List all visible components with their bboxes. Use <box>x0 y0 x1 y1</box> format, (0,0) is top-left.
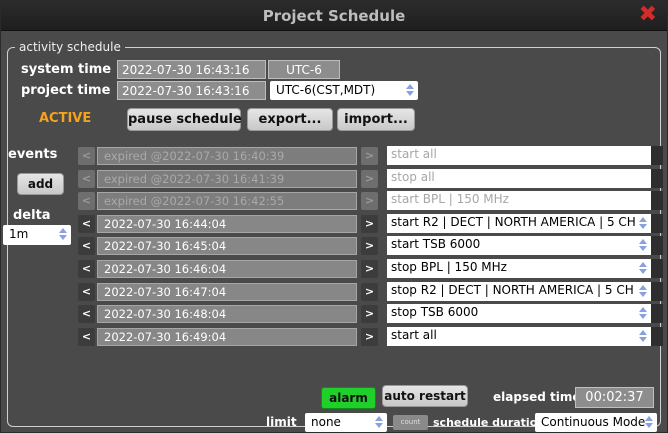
stepper-icon <box>639 238 647 252</box>
prev-time-button[interactable]: < <box>78 328 95 346</box>
next-time-button[interactable]: > <box>361 328 378 346</box>
next-time-button[interactable]: > <box>361 260 378 278</box>
row-end-cap <box>651 282 663 301</box>
title-bar[interactable]: Project Schedule ✖ <box>1 1 667 31</box>
event-action-select[interactable]: start all <box>387 146 651 165</box>
next-time-button[interactable]: > <box>361 215 378 233</box>
project-schedule-window: Project Schedule ✖ activity schedule sys… <box>0 0 668 433</box>
event-time[interactable]: 2022-07-30 16:44:04 <box>97 215 357 233</box>
event-time[interactable]: expired @2022-07-30 16:41:39 <box>97 170 357 188</box>
alarm-button[interactable]: alarm <box>321 387 376 409</box>
prev-time-button[interactable]: < <box>78 260 95 278</box>
stepper-icon <box>639 216 647 230</box>
stepper-icon <box>375 415 383 429</box>
limit-label: limit <box>266 415 297 429</box>
prev-time-button[interactable]: < <box>78 215 95 233</box>
limit-value: none <box>311 415 341 429</box>
event-action-value: start R2 | DECT | NORTH AMERICA | 5 CH <box>391 215 636 229</box>
row-end-cap <box>651 169 663 188</box>
window-title: Project Schedule <box>262 7 406 25</box>
row-end-cap <box>651 304 663 323</box>
event-time[interactable]: 2022-07-30 16:45:04 <box>97 237 357 255</box>
event-action-select[interactable]: stop TSB 6000 <box>387 304 651 323</box>
close-icon[interactable]: ✖ <box>639 4 657 26</box>
schedule-duration-select[interactable]: Continuous Mode <box>535 413 657 432</box>
pause-schedule-button[interactable]: pause schedule <box>127 108 242 131</box>
event-time[interactable]: 2022-07-30 16:47:04 <box>97 283 357 301</box>
limit-select[interactable]: none <box>305 413 387 432</box>
delta-select[interactable]: 1m <box>3 225 71 245</box>
elapsed-time-label: elapsed time <box>493 390 581 404</box>
next-time-button[interactable]: > <box>361 305 378 323</box>
event-action-select[interactable]: start BPL | 150 MHz <box>387 191 651 210</box>
elapsed-time-value: 00:02:37 <box>575 387 654 408</box>
schedule-duration-value: Continuous Mode <box>541 415 646 429</box>
event-action-value: stop BPL | 150 MHz <box>391 260 507 274</box>
stepper-icon <box>639 261 647 275</box>
system-tz-value: UTC-6 <box>268 60 340 79</box>
prev-time-button[interactable]: < <box>78 147 95 165</box>
stepper-icon <box>59 227 67 241</box>
prev-time-button[interactable]: < <box>78 170 95 188</box>
import-button[interactable]: import... <box>337 108 415 131</box>
add-event-button[interactable]: add <box>17 173 64 195</box>
count-button[interactable]: count <box>393 415 428 430</box>
row-end-cap <box>651 236 663 255</box>
schedule-duration-label: schedule duration <box>433 416 546 429</box>
row-end-cap <box>651 259 663 278</box>
event-time[interactable]: expired @2022-07-30 16:42:55 <box>97 192 357 210</box>
next-time-button[interactable]: > <box>361 147 378 165</box>
event-action-value: stop all <box>391 170 435 184</box>
event-action-value: start all <box>391 147 437 161</box>
project-tz-value: UTC-6(CST,MDT) <box>276 83 376 97</box>
system-time-label: system time <box>21 62 112 77</box>
event-action-value: stop R2 | DECT | NORTH AMERICA | 5 CH <box>391 283 634 297</box>
next-time-button[interactable]: > <box>361 170 378 188</box>
system-time-value: 2022-07-30 16:43:16 <box>117 60 266 79</box>
stepper-icon <box>406 83 414 97</box>
next-time-button[interactable]: > <box>361 283 378 301</box>
event-action-select[interactable]: start all <box>387 327 651 346</box>
prev-time-button[interactable]: < <box>78 237 95 255</box>
status-active: ACTIVE <box>39 111 92 126</box>
event-action-value: stop TSB 6000 <box>391 305 479 319</box>
project-time-label: project time <box>21 83 111 98</box>
events-label: events <box>8 147 58 162</box>
event-action-select[interactable]: start TSB 6000 <box>387 236 651 255</box>
prev-time-button[interactable]: < <box>78 283 95 301</box>
event-action-select[interactable]: stop all <box>387 169 651 188</box>
row-end-cap <box>651 146 663 165</box>
next-time-button[interactable]: > <box>361 237 378 255</box>
export-button[interactable]: export... <box>247 108 333 131</box>
delta-label: delta <box>13 208 51 223</box>
row-end-cap <box>651 191 663 210</box>
row-end-cap <box>651 327 663 346</box>
delta-value: 1m <box>9 227 29 241</box>
event-action-select[interactable]: start R2 | DECT | NORTH AMERICA | 5 CH <box>387 214 651 233</box>
project-time-value[interactable]: 2022-07-30 16:43:16 <box>117 81 266 100</box>
event-action-select[interactable]: stop BPL | 150 MHz <box>387 259 651 278</box>
event-time[interactable]: 2022-07-30 16:49:04 <box>97 328 357 346</box>
row-end-cap <box>651 214 663 233</box>
event-time[interactable]: 2022-07-30 16:48:04 <box>97 305 357 323</box>
auto-restart-button[interactable]: auto restart <box>382 385 468 407</box>
event-time[interactable]: expired @2022-07-30 16:40:39 <box>97 147 357 165</box>
prev-time-button[interactable]: < <box>78 192 95 210</box>
stepper-icon <box>639 329 647 343</box>
event-action-select[interactable]: stop R2 | DECT | NORTH AMERICA | 5 CH <box>387 282 651 301</box>
event-time[interactable]: 2022-07-30 16:46:04 <box>97 260 357 278</box>
stepper-icon <box>639 306 647 320</box>
stepper-icon <box>639 284 647 298</box>
event-action-value: start TSB 6000 <box>391 237 481 251</box>
project-tz-select[interactable]: UTC-6(CST,MDT) <box>270 81 418 100</box>
event-action-value: start all <box>391 328 437 342</box>
next-time-button[interactable]: > <box>361 192 378 210</box>
prev-time-button[interactable]: < <box>78 305 95 323</box>
stepper-icon <box>645 415 653 429</box>
event-action-value: start BPL | 150 MHz <box>391 192 509 206</box>
activity-schedule-legend: activity schedule <box>15 40 125 54</box>
